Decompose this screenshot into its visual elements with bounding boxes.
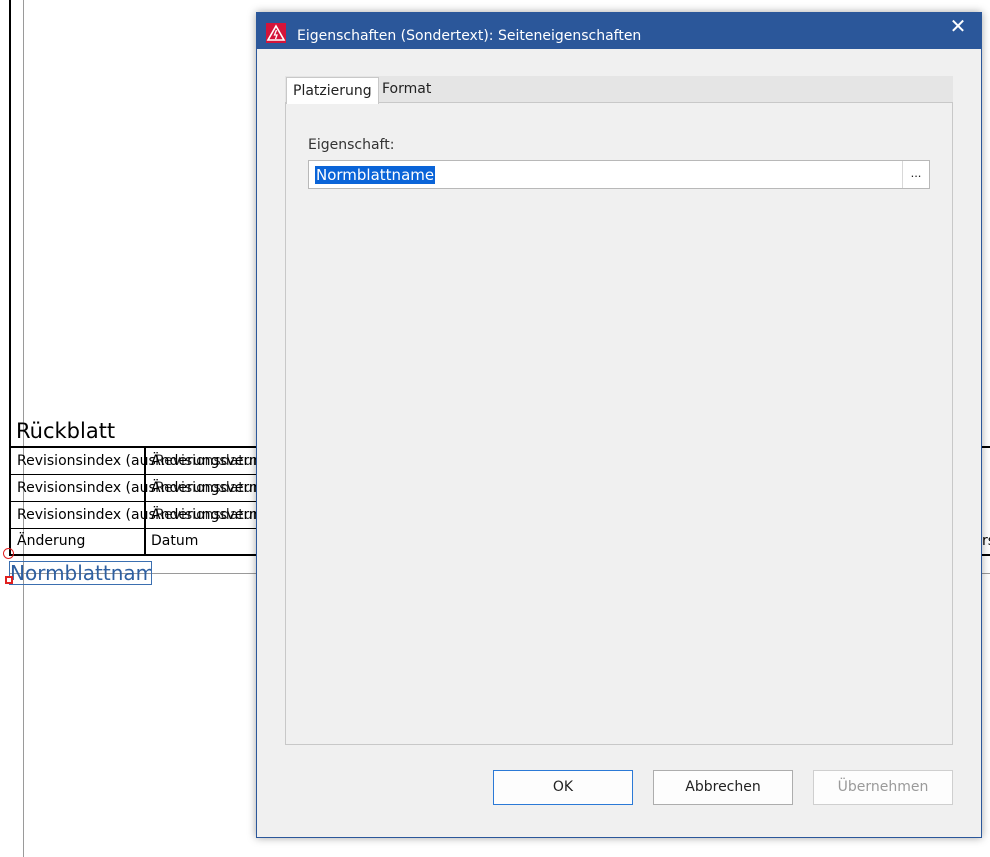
frame-left-border xyxy=(9,0,11,556)
dialog-title: Eigenschaften (Sondertext): Seiteneigens… xyxy=(297,28,642,44)
header-right-cell: rs xyxy=(982,533,990,549)
revision-index-cell: Revisionsindex (aus xyxy=(17,453,156,469)
tab-format[interactable]: Format xyxy=(376,76,437,102)
header-date-cell: Datum xyxy=(151,533,199,549)
app-logo-icon xyxy=(266,23,286,43)
selected-special-text[interactable]: Normblattname xyxy=(9,561,152,585)
cancel-button[interactable]: Abbrechen xyxy=(653,770,793,805)
insertion-point-marker[interactable] xyxy=(3,548,14,559)
sheet-title: Rückblatt xyxy=(16,419,116,443)
property-field[interactable]: Normblattname ... xyxy=(308,160,930,189)
tab-placement[interactable]: Platzierung xyxy=(286,77,379,104)
header-change-cell: Änderung xyxy=(17,533,86,549)
apply-button[interactable]: Übernehmen xyxy=(813,770,953,805)
revision-date-cell: Revisionsdatum xyxy=(155,507,256,523)
revision-date-cell: Revisionsdatum xyxy=(155,453,256,469)
property-value-selected[interactable]: Normblattname xyxy=(315,166,436,184)
property-label: Eigenschaft: xyxy=(308,137,395,153)
dialog-titlebar[interactable]: Eigenschaften (Sondertext): Seiteneigens… xyxy=(257,13,981,49)
revision-index-cell: Revisionsindex (aus xyxy=(17,480,156,496)
close-button[interactable]: ✕ xyxy=(935,13,981,43)
properties-dialog: Eigenschaften (Sondertext): Seiteneigens… xyxy=(256,12,982,838)
tab-panel-placement: Eigenschaft: Normblattname ... xyxy=(285,102,953,745)
ok-button[interactable]: OK xyxy=(493,770,633,805)
revision-index-cell: Revisionsindex (aus xyxy=(17,507,156,523)
revision-date-cell: Revisionsdatum xyxy=(155,480,256,496)
selection-handle[interactable] xyxy=(5,576,13,584)
tab-strip: Platzierung Format xyxy=(285,76,953,104)
browse-button[interactable]: ... xyxy=(902,161,929,188)
